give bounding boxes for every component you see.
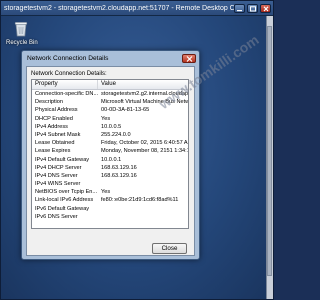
column-header-value[interactable]: Value [98,80,188,89]
property-cell: Physical Address [35,107,78,114]
value-cell: fe80::e0be:21d9:1cd6:f8ad%11 [101,197,179,204]
details-caption: Network Connection Details: [31,71,107,77]
minimize-icon [237,9,242,11]
table-row[interactable]: IPv4 Address 10.0.0.5 [32,123,188,131]
property-cell: IPv6 DNS Server [35,213,78,220]
value-cell: storagetestvm2.g2.internal.cloudapp.net [101,91,188,97]
value-cell: 10.0.0.5 [101,123,122,130]
table-row[interactable]: Lease Obtained Friday, October 02, 2015 … [32,139,188,147]
property-cell: DHCP Enabled [35,115,73,122]
value-cell [98,180,188,188]
property-cell: Link-local IPv6 Address [35,197,94,204]
value-cell [98,213,188,221]
value-cell: 168.63.129.16 [101,172,137,179]
minimize-button[interactable] [234,3,245,13]
table-header: Property Value [32,80,188,90]
value-cell: 10.0.0.1 [101,156,122,163]
table-row[interactable]: IPv4 Default Gateway 10.0.0.1 [32,156,188,164]
close-button[interactable]: Close [152,243,187,254]
table-row[interactable]: IPv4 DHCP Server 168.63.129.16 [32,164,188,172]
table-row[interactable]: IPv4 DNS Server 168.63.129.16 [32,172,188,180]
table-row[interactable]: Link-local IPv6 Address fe80::e0be:21d9:… [32,196,188,204]
table-row[interactable]: NetBIOS over Tcpip En... Yes [32,188,188,196]
property-cell: IPv6 Default Gateway [35,205,90,212]
property-cell: IPv4 Address [35,123,68,130]
maximize-icon [250,5,256,11]
maximize-button[interactable] [247,3,258,13]
value-cell [98,205,188,213]
value-cell: 00-0D-3A-81-13-65 [101,107,150,114]
table-row[interactable]: Connection-specific DN... storagetestvm2… [32,90,188,98]
property-cell: Lease Expires [35,148,71,155]
recycle-bin-icon [14,22,28,37]
dialog-body: Network Connection Details: Property Val… [26,66,195,256]
details-table[interactable]: Property Value Connection-specific DN...… [31,79,189,229]
network-connection-details-dialog: Network Connection Details Network Conne… [21,50,200,260]
recycle-bin-label: Recycle Bin [6,40,38,46]
property-cell: NetBIOS over Tcpip En... [35,189,98,196]
table-row[interactable]: IPv4 WINS Server [32,180,188,188]
value-cell: 168.63.129.16 [101,164,137,171]
value-cell: Monday, November 08, 2151 1:34:14 PM [101,148,188,155]
close-icon [186,55,193,62]
property-cell: IPv4 Default Gateway [35,156,90,163]
value-cell: Yes [101,115,111,122]
scrollbar-thumb[interactable] [267,26,272,276]
property-cell: IPv4 DHCP Server [35,164,82,171]
dialog-title: Network Connection Details [27,54,109,62]
table-row[interactable]: DHCP Enabled Yes [32,115,188,123]
column-header-property[interactable]: Property [32,80,98,89]
property-cell: Lease Obtained [35,140,75,147]
table-row[interactable]: IPv6 Default Gateway [32,205,188,213]
value-cell: Microsoft Virtual Machine Bus Network A [101,99,188,106]
table-row[interactable]: Lease Expires Monday, November 08, 2151 … [32,147,188,155]
property-cell: IPv4 Subnet Mask [35,131,81,138]
property-cell: IPv4 DNS Server [35,172,78,179]
remote-desktop-window: storagetestvm2 - storagetestvm2.cloudapp… [0,0,274,300]
property-cell: Connection-specific DN... [35,91,98,97]
window-title: storagetestvm2 - storagetestvm2.cloudapp… [4,4,234,12]
close-icon [263,5,269,11]
value-cell: Yes [101,189,111,196]
value-cell: Friday, October 02, 2015 6:40:57 AM [101,140,188,147]
table-row[interactable]: Description Microsoft Virtual Machine Bu… [32,98,188,106]
table-row[interactable]: IPv6 DNS Server [32,213,188,221]
vertical-scrollbar[interactable] [266,16,273,299]
recycle-bin-shortcut[interactable]: Recycle Bin [6,19,38,46]
window-titlebar[interactable]: storagetestvm2 - storagetestvm2.cloudapp… [1,1,273,16]
table-row[interactable]: IPv4 Subnet Mask 255.224.0.0 [32,131,188,139]
dialog-close-button[interactable] [182,53,196,63]
dialog-titlebar[interactable]: Network Connection Details [22,51,199,65]
property-cell: Description [35,99,63,106]
value-cell: 255.224.0.0 [101,131,131,138]
property-cell: IPv4 WINS Server [35,181,81,188]
table-row[interactable]: Physical Address 00-0D-3A-81-13-65 [32,106,188,114]
close-window-button[interactable] [260,3,271,13]
